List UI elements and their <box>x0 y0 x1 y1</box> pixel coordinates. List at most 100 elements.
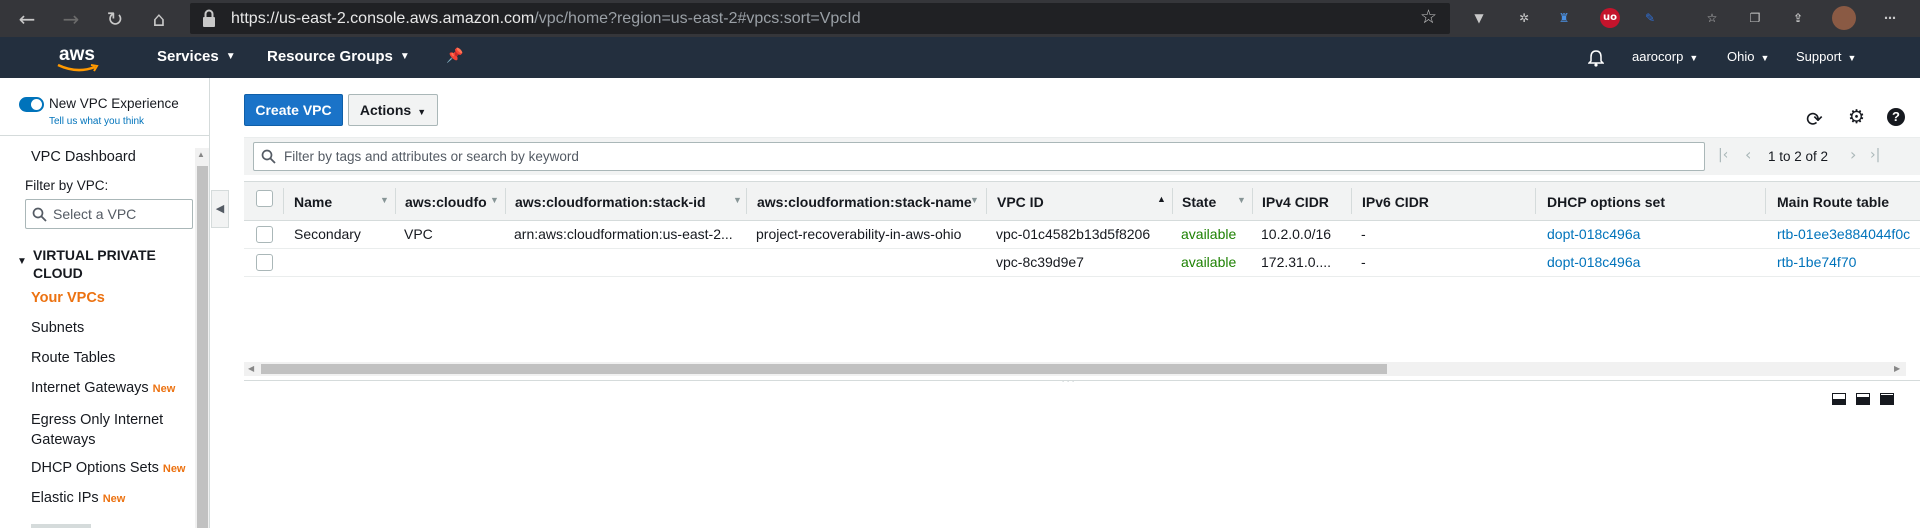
help-icon[interactable]: ? <box>1887 108 1905 126</box>
sidebar-scroll-thumb[interactable] <box>197 166 208 528</box>
pin-icon[interactable]: 📌 <box>446 48 463 64</box>
account-menu[interactable]: aarocorp ▼ <box>1632 49 1698 64</box>
column-divider[interactable] <box>505 188 506 214</box>
column-header-name[interactable]: Name <box>294 181 384 219</box>
row-checkbox[interactable] <box>256 226 273 243</box>
column-header-dhcp[interactable]: DHCP options set <box>1547 181 1707 219</box>
row-checkbox[interactable] <box>256 254 273 271</box>
share-icon[interactable]: ⇪ <box>1788 8 1808 28</box>
aws-navbar: aws Services ▼ Resource Groups ▼ 📌 aarocor… <box>0 37 1920 78</box>
column-divider[interactable] <box>746 188 747 214</box>
table-h-scroll-thumb[interactable] <box>261 364 1387 374</box>
services-menu[interactable]: Services ▼ <box>157 48 236 65</box>
cell-dhcp-link[interactable]: dopt-018c496a <box>1547 254 1757 270</box>
column-divider[interactable] <box>1351 188 1352 214</box>
table-search-input[interactable]: Filter by tags and attributes or search … <box>253 142 1705 171</box>
cell-vpc-id: vpc-01c4582b13d5f8206 <box>996 226 1151 242</box>
search-icon <box>261 149 276 164</box>
column-header-cloudfo[interactable]: aws:cloudfo <box>405 181 493 219</box>
resize-handle-icon[interactable]: ˙˙˙ <box>1062 380 1077 390</box>
ublock-icon[interactable]: uo <box>1600 8 1620 28</box>
profile-avatar[interactable] <box>1832 6 1856 30</box>
sort-caret-icon[interactable]: ▼ <box>380 195 389 205</box>
actions-button[interactable]: Actions ▼ <box>348 94 438 126</box>
collections-icon[interactable]: ❐ <box>1745 8 1765 28</box>
feedback-link[interactable]: Tell us what you think <box>49 116 144 127</box>
back-icon[interactable]: ← <box>14 6 40 32</box>
forward-icon[interactable]: → <box>58 6 84 32</box>
favorites-icon[interactable]: ☆ <box>1702 8 1722 28</box>
extension-pen-icon[interactable]: ✎ <box>1640 8 1660 28</box>
sidebar-item-dhcp-options[interactable]: DHCP Options Sets New <box>31 460 186 476</box>
caret-down-icon[interactable]: ▼ <box>17 256 27 267</box>
resource-groups-menu[interactable]: Resource Groups ▼ <box>267 48 410 65</box>
support-menu[interactable]: Support ▼ <box>1796 49 1856 64</box>
sidebar-item-vpc-dashboard[interactable]: VPC Dashboard <box>31 149 136 165</box>
extension-trophy-icon[interactable]: ♜ <box>1554 8 1574 28</box>
sort-caret-icon[interactable]: ▼ <box>970 195 979 205</box>
column-divider[interactable] <box>1172 188 1173 214</box>
sidebar-item-your-vpcs[interactable]: Your VPCs <box>31 290 105 306</box>
column-header-state[interactable]: State <box>1182 181 1242 219</box>
create-vpc-button[interactable]: Create VPC <box>244 94 343 126</box>
refresh-icon[interactable]: ⟳ <box>1806 107 1823 131</box>
region-menu[interactable]: Ohio ▼ <box>1727 49 1769 64</box>
split-divider <box>244 380 1920 381</box>
layout-full-icon[interactable] <box>1880 393 1894 405</box>
column-divider[interactable] <box>986 188 987 214</box>
cell-ipv6: - <box>1361 254 1366 270</box>
sidebar-item-elastic-ips[interactable]: Elastic IPs New <box>31 490 125 506</box>
column-divider[interactable] <box>1535 188 1536 214</box>
column-header-route-table[interactable]: Main Route table <box>1777 181 1920 219</box>
reload-icon[interactable]: ↻ <box>102 6 128 32</box>
sort-caret-icon[interactable]: ▼ <box>1237 195 1246 205</box>
sidebar-item-subnets[interactable]: Subnets <box>31 320 84 336</box>
column-divider[interactable] <box>395 188 396 214</box>
first-page-icon[interactable]: |‹ <box>1718 147 1728 163</box>
next-page-icon[interactable]: › <box>1850 145 1856 164</box>
new-vpc-toggle[interactable] <box>19 97 44 112</box>
scroll-left-icon[interactable]: ◀ <box>248 364 254 373</box>
bell-icon[interactable] <box>1588 50 1604 67</box>
cell-route-table-link[interactable]: rtb-01ee3e884044f0c <box>1777 226 1920 242</box>
column-divider[interactable] <box>1765 188 1766 214</box>
collapse-sidebar-button[interactable]: ◀ <box>211 190 229 228</box>
select-all-checkbox[interactable] <box>256 190 273 207</box>
cell-route-table-link[interactable]: rtb-1be74f70 <box>1777 254 1920 270</box>
more-icon[interactable]: ⋯ <box>1880 8 1900 28</box>
sidebar: New VPC Experience Tell us what you thin… <box>0 78 210 528</box>
sort-asc-icon[interactable]: ▲ <box>1157 194 1166 204</box>
column-header-ipv6[interactable]: IPv6 CIDR <box>1362 181 1512 219</box>
column-divider[interactable] <box>1252 188 1253 214</box>
prev-page-icon[interactable]: ‹ <box>1745 145 1751 164</box>
sort-caret-icon[interactable]: ▼ <box>733 195 742 205</box>
cell-dhcp-link[interactable]: dopt-018c496a <box>1547 226 1757 242</box>
new-badge: New <box>162 463 186 475</box>
home-icon[interactable]: ⌂ <box>146 6 172 32</box>
column-header-stack-id[interactable]: aws:cloudformation:stack-id <box>515 181 730 219</box>
aws-logo[interactable]: aws <box>57 44 99 72</box>
layout-split-icon[interactable] <box>1856 393 1870 405</box>
filter-label: Filter by VPC: <box>25 178 109 193</box>
last-page-icon[interactable]: ›| <box>1870 147 1880 163</box>
layout-bottom-icon[interactable] <box>1832 393 1846 405</box>
sidebar-item-route-tables[interactable]: Route Tables <box>31 350 115 366</box>
cell-vpc-id: vpc-8c39d9e7 <box>996 254 1084 270</box>
column-divider[interactable] <box>283 188 284 214</box>
sidebar-item-internet-gateways[interactable]: Internet Gateways New <box>31 380 175 396</box>
column-header-ipv4[interactable]: IPv4 CIDR <box>1262 181 1352 219</box>
gear-icon[interactable]: ⚙ <box>1848 106 1865 128</box>
vpc-filter-input[interactable]: Select a VPC <box>25 199 193 229</box>
column-header-stack-name[interactable]: aws:cloudformation:stack-name <box>757 181 972 219</box>
vpc-filter-placeholder: Select a VPC <box>53 206 137 222</box>
section-heading[interactable]: VIRTUAL PRIVATE CLOUD <box>33 246 193 282</box>
address-bar[interactable]: https://us-east-2.console.aws.amazon.com… <box>190 3 1450 34</box>
sidebar-item-egress-only-gateways[interactable]: Egress Only Internet Gateways <box>31 410 191 450</box>
sort-caret-icon[interactable]: ▼ <box>490 195 499 205</box>
scroll-up-icon[interactable]: ▲ <box>197 150 205 159</box>
extension-v-icon[interactable]: ▼ <box>1469 8 1489 28</box>
extension-bug-icon[interactable]: ✲ <box>1514 8 1534 28</box>
column-header-vpc-id[interactable]: VPC ID <box>997 181 1147 219</box>
star-icon[interactable]: ☆ <box>1420 6 1437 28</box>
scroll-right-icon[interactable]: ▶ <box>1894 364 1900 373</box>
